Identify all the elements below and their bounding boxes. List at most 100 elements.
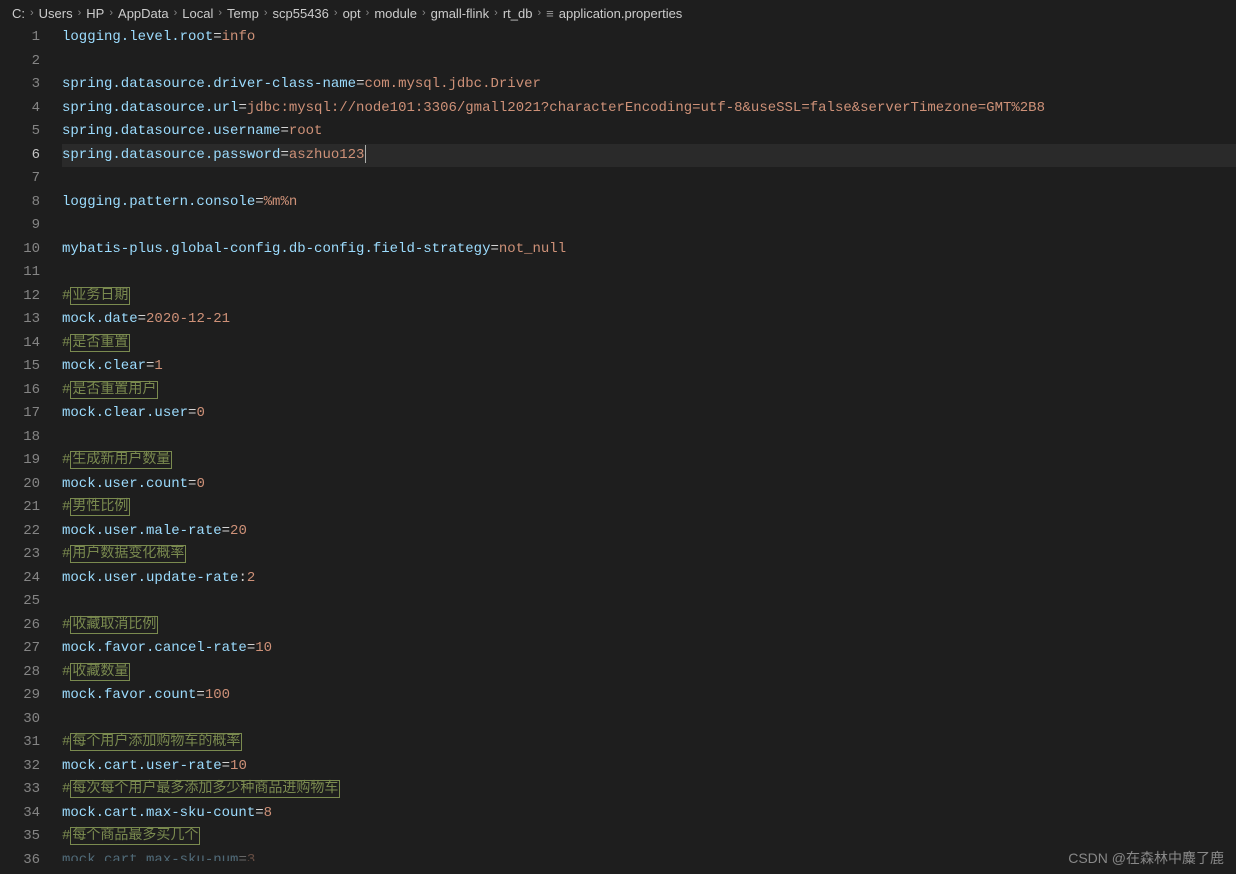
- code-line[interactable]: #收藏取消比例: [62, 614, 1236, 638]
- comment-text: 每次每个用户最多添加多少种商品进购物车: [70, 780, 340, 798]
- code-line[interactable]: mock.user.male-rate=20: [62, 520, 1236, 544]
- code-line[interactable]: logging.pattern.console=%m%n: [62, 191, 1236, 215]
- code-line[interactable]: mock.favor.cancel-rate=10: [62, 637, 1236, 661]
- code-line[interactable]: spring.datasource.url=jdbc:mysql://node1…: [62, 97, 1236, 121]
- code-line[interactable]: [62, 167, 1236, 191]
- chevron-right-icon: ›: [30, 7, 34, 19]
- property-value: 0: [196, 405, 204, 421]
- property-key: mock.user.male-rate: [62, 523, 222, 539]
- code-line[interactable]: mock.clear=1: [62, 355, 1236, 379]
- line-number: 21: [0, 496, 40, 520]
- breadcrumb-segment[interactable]: AppData: [118, 6, 169, 21]
- code-line[interactable]: #每次每个用户最多添加多少种商品进购物车: [62, 778, 1236, 802]
- property-key: mock.date: [62, 311, 138, 327]
- line-number: 9: [0, 214, 40, 238]
- code-line[interactable]: [62, 50, 1236, 74]
- chevron-right-icon: ›: [264, 7, 268, 19]
- line-number: 4: [0, 97, 40, 121]
- breadcrumb-segment[interactable]: C:: [12, 6, 25, 21]
- code-line[interactable]: mock.favor.count=100: [62, 684, 1236, 708]
- breadcrumb-segment[interactable]: Temp: [227, 6, 259, 21]
- line-number: 6: [0, 144, 40, 168]
- breadcrumb-segment[interactable]: Local: [182, 6, 213, 21]
- code-line[interactable]: #是否重置用户: [62, 379, 1236, 403]
- property-key: logging.level.root: [62, 29, 213, 45]
- code-area[interactable]: logging.level.root=info spring.datasourc…: [62, 26, 1236, 872]
- code-line[interactable]: #用户数据变化概率: [62, 543, 1236, 567]
- code-line[interactable]: spring.datasource.username=root: [62, 120, 1236, 144]
- code-line[interactable]: mock.cart.max-sku-num=3: [62, 849, 1236, 861]
- property-value: aszhuo123: [289, 147, 365, 163]
- line-number: 24: [0, 567, 40, 591]
- code-line[interactable]: spring.datasource.driver-class-name=com.…: [62, 73, 1236, 97]
- code-editor[interactable]: 1234567891011121314151617181920212223242…: [0, 26, 1236, 872]
- code-line[interactable]: #收藏数量: [62, 661, 1236, 685]
- comment-text: 生成新用户数量: [70, 451, 172, 469]
- code-line[interactable]: #每个用户添加购物车的概率: [62, 731, 1236, 755]
- line-number: 10: [0, 238, 40, 262]
- line-number: 16: [0, 379, 40, 403]
- line-number: 3: [0, 73, 40, 97]
- code-line[interactable]: #每个商品最多买几个: [62, 825, 1236, 849]
- property-value: 20: [230, 523, 247, 539]
- line-number: 13: [0, 308, 40, 332]
- code-line[interactable]: [62, 426, 1236, 450]
- code-line[interactable]: mock.cart.max-sku-count=8: [62, 802, 1236, 826]
- breadcrumb-segment[interactable]: opt: [343, 6, 361, 21]
- line-number: 25: [0, 590, 40, 614]
- property-key: mock.clear: [62, 358, 146, 374]
- code-line[interactable]: [62, 708, 1236, 732]
- code-line[interactable]: mock.clear.user=0: [62, 402, 1236, 426]
- code-line[interactable]: [62, 261, 1236, 285]
- line-number: 17: [0, 402, 40, 426]
- chevron-right-icon: ›: [109, 7, 113, 19]
- code-line[interactable]: mybatis-plus.global-config.db-config.fie…: [62, 238, 1236, 262]
- comment-text: 收藏取消比例: [70, 616, 158, 634]
- breadcrumb-segment[interactable]: module: [374, 6, 417, 21]
- code-line[interactable]: #是否重置: [62, 332, 1236, 356]
- line-number: 34: [0, 802, 40, 826]
- property-value: %m%n: [264, 194, 298, 210]
- code-line[interactable]: [62, 214, 1236, 238]
- line-number: 27: [0, 637, 40, 661]
- property-key: mock.favor.count: [62, 687, 196, 703]
- line-number: 1: [0, 26, 40, 50]
- code-line[interactable]: #业务日期: [62, 285, 1236, 309]
- code-line[interactable]: spring.datasource.password=aszhuo123: [62, 144, 1236, 168]
- code-line[interactable]: mock.user.update-rate:2: [62, 567, 1236, 591]
- breadcrumb-segment[interactable]: scp55436: [273, 6, 329, 21]
- property-value: 100: [205, 687, 230, 703]
- line-number: 8: [0, 191, 40, 215]
- code-line[interactable]: mock.user.count=0: [62, 473, 1236, 497]
- breadcrumb-segment[interactable]: Users: [39, 6, 73, 21]
- text-cursor: [365, 145, 366, 163]
- breadcrumb-segment[interactable]: HP: [86, 6, 104, 21]
- property-key: mock.cart.max-sku-count: [62, 805, 255, 821]
- comment-text: 用户数据变化概率: [70, 545, 186, 563]
- property-key: mock.cart.user-rate: [62, 758, 222, 774]
- property-key: mock.user.count: [62, 476, 188, 492]
- code-line[interactable]: [62, 590, 1236, 614]
- breadcrumb-file[interactable]: application.properties: [559, 6, 683, 21]
- property-key: mock.clear.user: [62, 405, 188, 421]
- line-number: 7: [0, 167, 40, 191]
- code-line[interactable]: #生成新用户数量: [62, 449, 1236, 473]
- code-line[interactable]: logging.level.root=info: [62, 26, 1236, 50]
- line-number: 35: [0, 825, 40, 849]
- comment-text: 是否重置: [70, 334, 130, 352]
- line-number: 14: [0, 332, 40, 356]
- property-value: not_null: [499, 241, 566, 257]
- breadcrumb-segment[interactable]: gmall-flink: [431, 6, 490, 21]
- breadcrumb[interactable]: C:›Users›HP›AppData›Local›Temp›scp55436›…: [0, 0, 1236, 26]
- code-line[interactable]: mock.date=2020-12-21: [62, 308, 1236, 332]
- code-line[interactable]: #男性比例: [62, 496, 1236, 520]
- line-number: 36: [0, 849, 40, 873]
- line-number: 2: [0, 50, 40, 74]
- property-value: com.mysql.jdbc.Driver: [364, 76, 540, 92]
- property-key: logging.pattern.console: [62, 194, 255, 210]
- property-value: 10: [230, 758, 247, 774]
- line-number: 19: [0, 449, 40, 473]
- comment-text: 业务日期: [70, 287, 130, 305]
- breadcrumb-segment[interactable]: rt_db: [503, 6, 533, 21]
- code-line[interactable]: mock.cart.user-rate=10: [62, 755, 1236, 779]
